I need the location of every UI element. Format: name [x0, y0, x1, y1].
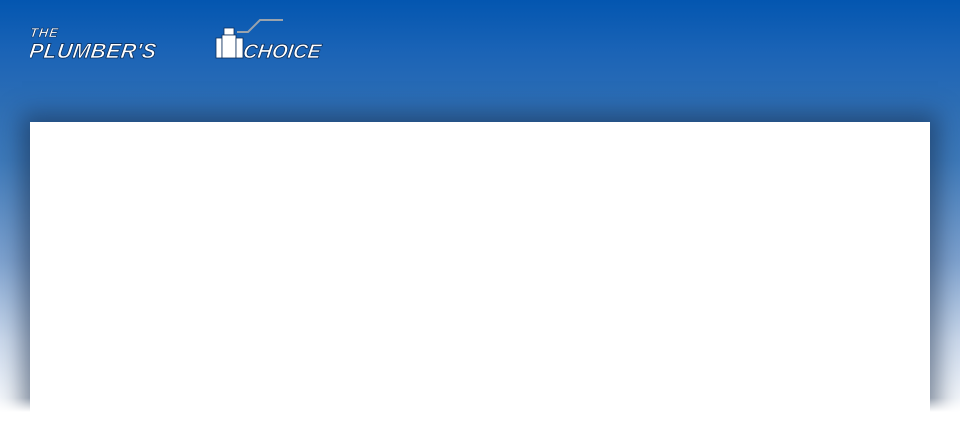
content-panel: [30, 122, 930, 429]
logo-text-plumbers: PLUMBER'S: [30, 40, 158, 62]
logo-graphic: THE PLUMBER'S CHOICE: [30, 19, 323, 62]
bottom-fade: [0, 398, 960, 429]
logo-text-choice: CHOICE: [242, 41, 323, 62]
site-logo[interactable]: THE PLUMBER'S CHOICE: [30, 18, 370, 62]
logo-text-the: THE: [30, 25, 60, 40]
